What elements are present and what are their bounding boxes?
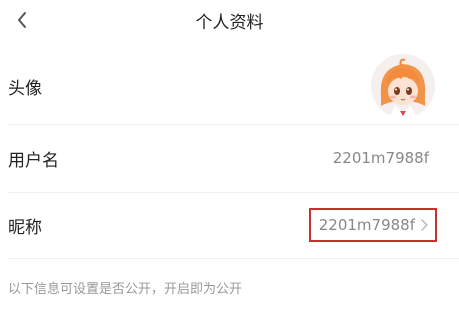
page-title: 个人资料 xyxy=(195,13,264,33)
avatar-label: 头像 xyxy=(8,78,42,99)
nickname-value: 2201m7988f xyxy=(318,216,415,234)
nickname-label: 昵称 xyxy=(8,217,42,238)
username-value: 2201m7988f xyxy=(332,149,429,167)
avatar[interactable] xyxy=(371,54,435,118)
avatar-row[interactable]: 头像 xyxy=(8,48,459,124)
chevron-right-icon xyxy=(421,219,428,231)
nickname-row[interactable]: 昵称 2201m7988f xyxy=(8,192,459,258)
username-row: 用户名 2201m7988f xyxy=(8,124,459,192)
privacy-note: 以下信息可设置是否公开，开启即为公开 xyxy=(8,282,243,297)
profile-screen: 个人资料 头像 用户名 2201m7988f 昵称 2201m7988f 以下信… xyxy=(0,0,459,318)
divider xyxy=(8,258,459,259)
nav-bar: 个人资料 xyxy=(0,0,459,40)
avatar-image xyxy=(371,54,435,118)
nickname-value-highlight[interactable]: 2201m7988f xyxy=(308,208,437,242)
username-label: 用户名 xyxy=(8,150,59,171)
